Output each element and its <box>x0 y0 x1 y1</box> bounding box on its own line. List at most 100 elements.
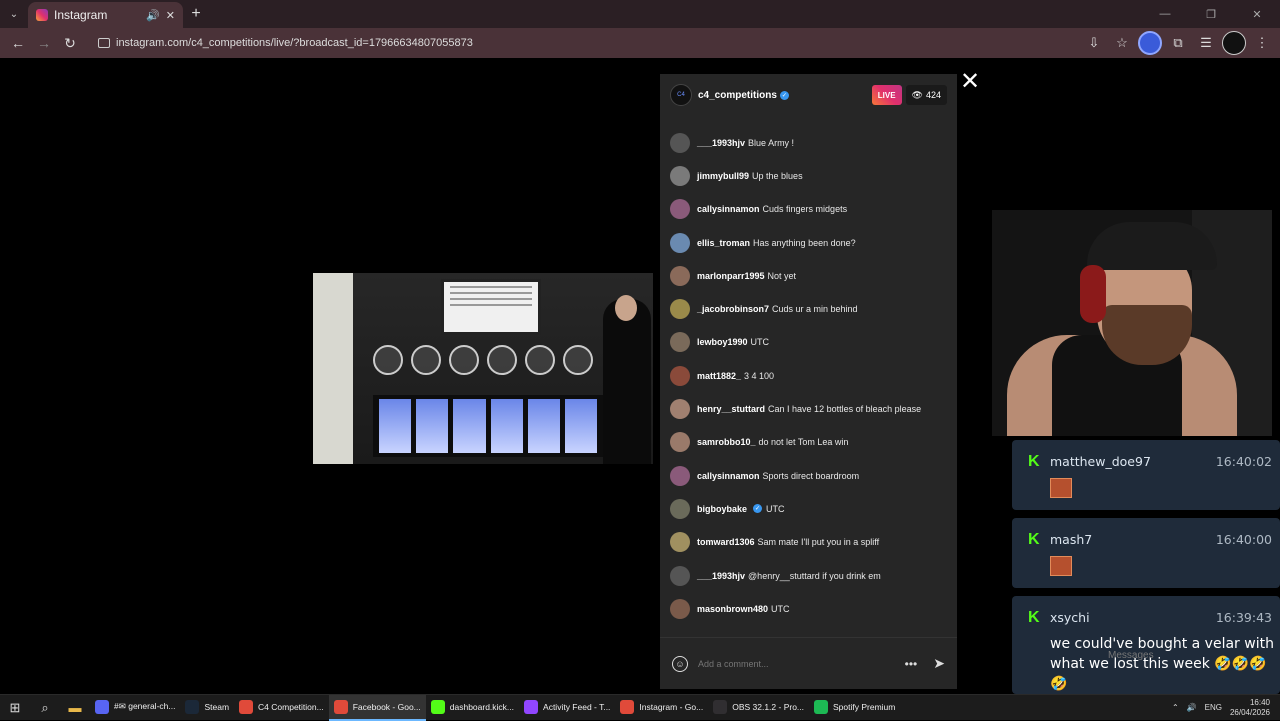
account-avatar[interactable]: C4 <box>670 84 692 106</box>
minimize-button[interactable]: — <box>1142 0 1188 28</box>
comment-row: callysinnamon Cuds fingers midgets <box>670 193 950 226</box>
file-explorer-icon[interactable]: ▬ <box>60 695 90 721</box>
comment-username[interactable]: ___1993hjv <box>697 571 745 581</box>
close-live-icon[interactable]: ✕ <box>958 70 982 94</box>
navigation-bar: ← → ↻ instagram.com/c4_competitions/live… <box>0 28 1280 58</box>
comment-text: Cuds fingers midgets <box>762 204 848 215</box>
taskbar-app-label: Steam <box>204 701 230 712</box>
comment-username[interactable]: tomward1306 <box>697 537 755 547</box>
comment-row: callysinnamon Sports direct boardroom <box>670 459 950 492</box>
taskbar-app[interactable]: #✉ general-ch... <box>90 695 180 721</box>
comment-username[interactable]: callysinnamon <box>697 204 760 214</box>
browser-menu-icon[interactable]: ⋮ <box>1250 31 1274 55</box>
taskbar-app-icon <box>185 699 200 714</box>
comment-avatar[interactable] <box>670 465 690 486</box>
verified-badge-icon: ✓ <box>753 504 763 514</box>
comment-text: 3 4 100 <box>744 370 775 381</box>
comment-row: _jacobrobinson7 Cuds ur a min behind <box>670 292 950 325</box>
comment-avatar[interactable] <box>670 399 690 420</box>
viewer-count: 424 <box>925 90 941 100</box>
comment-avatar[interactable] <box>670 565 690 586</box>
comment-username[interactable]: masonbrown480 <box>697 604 768 614</box>
comment-row: ___1993hjv Blue Army ! <box>670 126 950 159</box>
taskbar-app[interactable]: Facebook - Goo... <box>328 694 426 721</box>
comment-avatar[interactable] <box>670 332 690 353</box>
chat-text: we could've bought a velar with what we … <box>1050 636 1274 692</box>
taskbar-app[interactable]: Steam <box>180 695 234 721</box>
send-icon[interactable]: ➤ <box>933 655 945 672</box>
site-info-icon[interactable] <box>98 38 110 48</box>
taskbar: ⊞ ⌕ ▬ #✉ general-ch... Steam C4 Competitio… <box>0 694 1280 721</box>
comment-username[interactable]: matt1882_ <box>697 371 741 381</box>
comment-username[interactable]: lewboy1990 <box>697 337 748 347</box>
live-video-player[interactable] <box>313 273 653 464</box>
reload-button[interactable]: ↻ <box>58 31 82 55</box>
comment-avatar[interactable] <box>670 199 690 220</box>
comment-username[interactable]: callysinnamon <box>697 471 760 481</box>
comment-input[interactable] <box>698 658 905 669</box>
comment-username[interactable]: ellis_troman <box>697 238 750 248</box>
comment-avatar[interactable] <box>670 265 690 286</box>
more-options-icon[interactable]: ••• <box>905 657 918 671</box>
comment-avatar[interactable] <box>670 498 690 519</box>
comment-avatar[interactable] <box>670 299 690 320</box>
tab-search-button[interactable]: ⌄ <box>0 0 28 28</box>
taskbar-app-label: #✉ general-ch... <box>114 701 176 711</box>
comment-avatar[interactable] <box>670 165 690 186</box>
comment-row: jimmybull99 Up the blues <box>670 159 950 192</box>
taskbar-app[interactable]: C4 Competition... <box>234 695 329 721</box>
taskbar-app[interactable]: dashboard.kick... <box>426 695 519 721</box>
comment-username[interactable]: henry__stuttard <box>697 404 765 414</box>
bookmark-star-icon[interactable]: ☆ <box>1110 31 1134 55</box>
comment-avatar[interactable] <box>670 232 690 253</box>
profile-avatar[interactable] <box>1222 31 1246 55</box>
comment-avatar[interactable] <box>670 432 690 453</box>
clock-date: 26/04/2026 <box>1229 707 1270 717</box>
messages-ghost-label: Messages <box>1108 650 1154 661</box>
reading-list-icon[interactable]: ☰ <box>1194 31 1218 55</box>
comment-avatar[interactable] <box>670 532 690 553</box>
forward-button[interactable]: → <box>32 31 56 55</box>
back-button[interactable]: ← <box>6 31 30 55</box>
comment-username[interactable]: samrobbo10_ <box>697 437 756 447</box>
comment-username[interactable]: jimmybull99 <box>697 171 749 181</box>
address-bar[interactable]: instagram.com/c4_competitions/live/?broa… <box>92 31 1074 55</box>
taskbar-app-icon <box>524 699 539 714</box>
comment-avatar[interactable] <box>670 365 690 386</box>
window-controls: — ❐ ✕ <box>1142 0 1280 28</box>
comment-text: Up the blues <box>752 170 803 181</box>
comment-avatar[interactable] <box>670 598 690 619</box>
video-table <box>373 395 603 457</box>
comment-username[interactable]: _jacobrobinson7 <box>697 304 769 314</box>
start-button[interactable]: ⊞ <box>0 695 30 721</box>
language-indicator[interactable]: ENG <box>1205 703 1222 712</box>
taskbar-app[interactable]: Spotify Premium <box>809 695 900 721</box>
tab-instagram[interactable]: Instagram 🔊 ✕ <box>28 2 183 28</box>
audio-playing-icon[interactable]: 🔊 <box>146 9 160 22</box>
volume-icon[interactable]: 🔊 <box>1187 703 1197 712</box>
chat-message: K matthew_doe97 16:40:02 <box>1012 440 1280 510</box>
taskbar-app[interactable]: Instagram - Go... <box>615 695 708 721</box>
clock[interactable]: 16:40 26/04/2026 <box>1230 698 1270 718</box>
extensions-puzzle-icon[interactable]: ⧉ <box>1166 31 1190 55</box>
comment-username[interactable]: ___1993hjv <box>697 138 745 148</box>
comment-row: lewboy1990 UTC <box>670 326 950 359</box>
comment-avatar[interactable] <box>670 132 690 153</box>
close-window-button[interactable]: ✕ <box>1234 0 1280 28</box>
chat-message: K xsychi 16:39:43 we could've bought a v… <box>1012 596 1280 694</box>
account-handle[interactable]: c4_competitions <box>698 90 777 101</box>
taskbar-app[interactable]: OBS 32.1.2 - Pro... <box>708 695 809 721</box>
comment-username[interactable]: marlonparr1995 <box>697 271 765 281</box>
tab-strip: ⌄ Instagram 🔊 ✕ + — ❐ ✕ <box>0 0 1280 28</box>
taskbar-app[interactable]: Activity Feed - T... <box>519 695 615 721</box>
search-icon[interactable]: ⌕ <box>30 695 60 721</box>
extension-icon[interactable] <box>1138 31 1162 55</box>
comment-username[interactable]: bigboybake <box>697 504 747 514</box>
restore-button[interactable]: ❐ <box>1188 0 1234 28</box>
tray-chevron-icon[interactable]: ⌃ <box>1172 703 1179 712</box>
new-tab-button[interactable]: + <box>183 5 209 23</box>
tab-close-icon[interactable]: ✕ <box>166 9 175 22</box>
emoji-icon[interactable]: ☺ <box>672 655 688 672</box>
comment-text: UTC <box>750 337 770 348</box>
install-app-icon[interactable]: ⇩ <box>1082 31 1106 55</box>
